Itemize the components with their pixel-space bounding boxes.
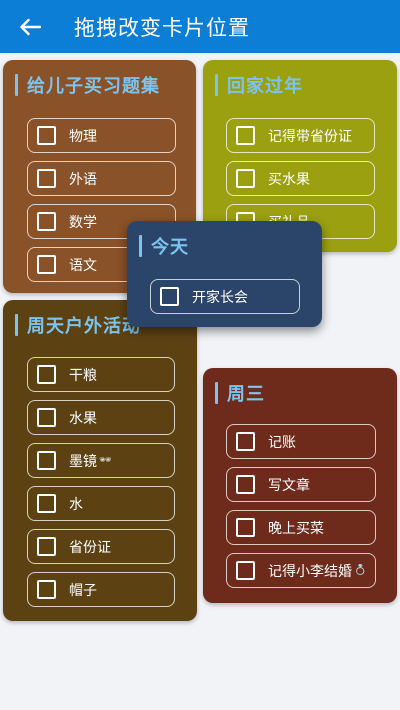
item-label: 开家长会 [192, 289, 248, 306]
app-bar: 拖拽改变卡片位置 [0, 0, 400, 53]
checkbox[interactable] [37, 451, 56, 470]
item-label: 数学 [69, 214, 97, 231]
checkbox[interactable] [236, 475, 255, 494]
list-item[interactable]: 写文章 [226, 467, 376, 502]
item-label: 省份证 [69, 539, 111, 556]
list-item[interactable]: 物理 [27, 118, 176, 153]
checkbox[interactable] [160, 287, 179, 306]
page-title: 拖拽改变卡片位置 [74, 15, 250, 40]
card-today[interactable]: 今天 开家长会 [127, 221, 322, 327]
item-label: 晚上买菜 [268, 520, 324, 537]
card-wednesday[interactable]: 周三 记账 写文章 晚上买菜 记得小李结婚 💍 [203, 368, 397, 603]
card-accent-bar [15, 74, 18, 96]
list-item[interactable]: 水果 [27, 400, 175, 435]
back-button[interactable] [0, 0, 60, 53]
list-item[interactable]: 墨镜 🕶 [27, 443, 175, 478]
item-label: 帽子 [69, 582, 97, 599]
sunglasses-icon: 🕶 [99, 455, 112, 466]
card-header: 给儿子买习题集 [15, 72, 196, 98]
list-item[interactable]: 帽子 [27, 572, 175, 607]
ring-icon: 💍 [354, 565, 367, 576]
item-label: 墨镜 [69, 453, 97, 470]
checkbox[interactable] [37, 580, 56, 599]
list-item[interactable]: 晚上买菜 [226, 510, 376, 545]
checkbox[interactable] [236, 169, 255, 188]
list-item[interactable]: 外语 [27, 161, 176, 196]
checkbox[interactable] [236, 126, 255, 145]
checkbox[interactable] [236, 518, 255, 537]
item-label: 语文 [69, 257, 97, 274]
checkbox[interactable] [37, 494, 56, 513]
list-item[interactable]: 开家长会 [150, 279, 300, 314]
card-accent-bar [215, 382, 218, 404]
list-item[interactable]: 记账 [226, 424, 376, 459]
item-label: 外语 [69, 171, 97, 188]
card-title: 今天 [151, 237, 189, 258]
checkbox[interactable] [37, 255, 56, 274]
list-item[interactable]: 干粮 [27, 357, 175, 392]
card-accent-bar [215, 74, 218, 96]
item-label: 写文章 [268, 477, 310, 494]
checkbox[interactable] [37, 408, 56, 427]
card-title: 给儿子买习题集 [27, 76, 160, 97]
card-title: 周天户外活动 [27, 316, 141, 337]
item-label: 物理 [69, 128, 97, 145]
item-label: 水果 [69, 410, 97, 427]
card-title: 周三 [227, 384, 265, 405]
list-item[interactable]: 记得小李结婚 💍 [226, 553, 376, 588]
checkbox[interactable] [37, 126, 56, 145]
card-accent-bar [139, 235, 142, 257]
list-item[interactable]: 买水果 [226, 161, 375, 196]
card-header: 周三 [215, 380, 397, 406]
checkbox[interactable] [37, 537, 56, 556]
card-outdoor[interactable]: 周天户外活动 干粮 水果 墨镜 🕶 水 省份证 帽子 [3, 300, 197, 621]
list-item[interactable]: 记得带省份证 [226, 118, 375, 153]
card-title: 回家过年 [227, 76, 303, 97]
card-accent-bar [15, 314, 18, 336]
list-item[interactable]: 省份证 [27, 529, 175, 564]
checkbox[interactable] [37, 169, 56, 188]
item-label: 买水果 [268, 171, 310, 188]
arrow-left-icon [20, 18, 41, 35]
checkbox[interactable] [37, 365, 56, 384]
list-item[interactable]: 水 [27, 486, 175, 521]
card-header: 回家过年 [215, 72, 397, 98]
item-label: 干粮 [69, 367, 97, 384]
item-label: 水 [69, 496, 83, 513]
checkbox[interactable] [236, 432, 255, 451]
item-label: 记账 [268, 434, 296, 451]
item-label: 记得带省份证 [268, 128, 352, 145]
checkbox[interactable] [37, 212, 56, 231]
card-header: 今天 [139, 233, 322, 259]
item-label: 记得小李结婚 [268, 563, 352, 580]
checkbox[interactable] [236, 561, 255, 580]
